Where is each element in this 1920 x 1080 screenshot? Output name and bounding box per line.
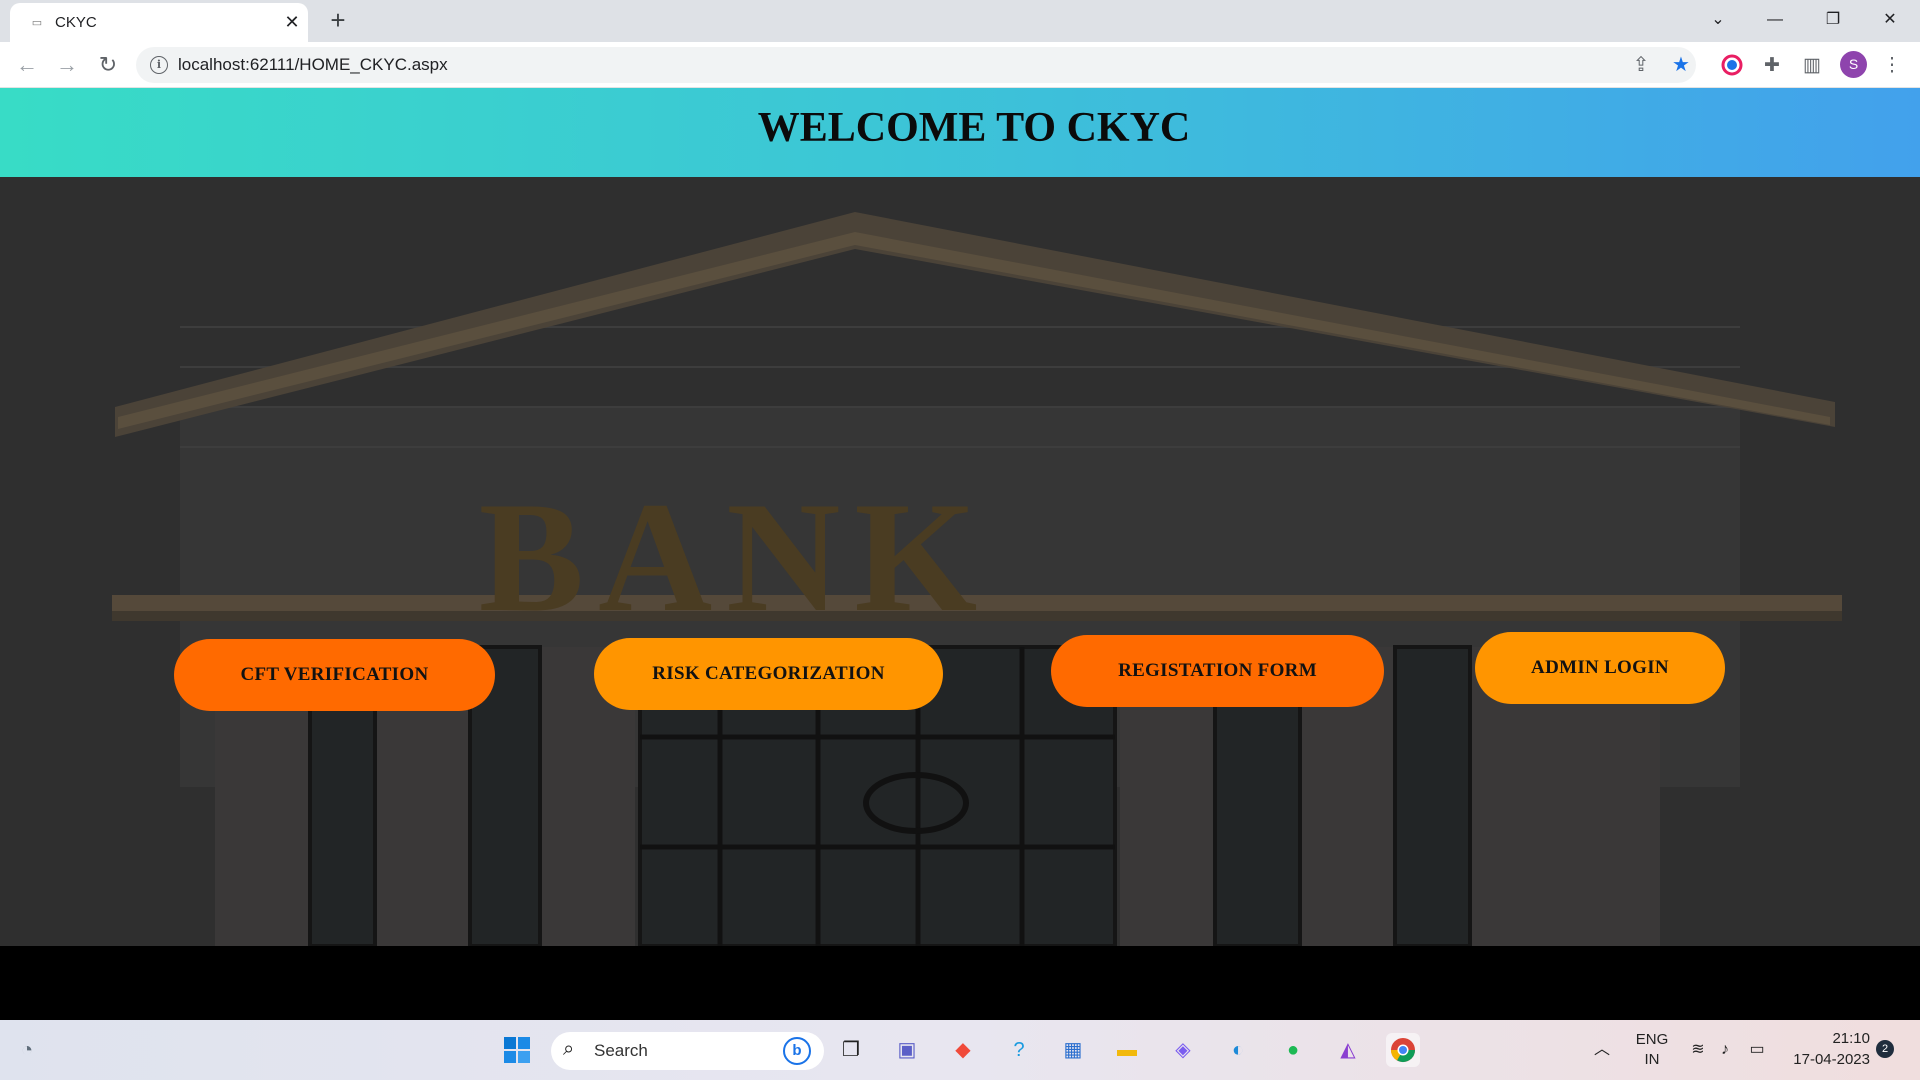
task-view-icon[interactable]: ❐ <box>834 1033 868 1067</box>
admin-login-button[interactable]: ADMIN LOGIN <box>1475 632 1725 704</box>
search-icon: ⌕ <box>563 1038 575 1060</box>
url-text[interactable]: localhost:62111/HOME_CKYC.aspx <box>178 55 448 75</box>
search-placeholder: Search <box>594 1041 648 1060</box>
color-extension-icon[interactable] <box>1720 54 1744 78</box>
clock-date[interactable]: 17-04-2023 <box>1778 1051 1870 1068</box>
extensions-puzzle-icon[interactable]: ✚ <box>1760 54 1784 78</box>
clock-time[interactable]: 21:10 <box>1778 1030 1870 1047</box>
registation-form-button[interactable]: REGISTATION FORM <box>1051 635 1384 707</box>
weather-widget-icon[interactable]: ◔ <box>10 1033 44 1067</box>
close-window-button[interactable]: ✕ <box>1872 5 1908 35</box>
bank-background-image: BANK CFT VERIFICATION RISK CATEGORIZATIO… <box>0 177 1920 946</box>
page-footer-area <box>0 946 1920 1020</box>
browser-menu-icon[interactable]: ⋮ <box>1880 54 1904 78</box>
copilot-icon[interactable]: ◈ <box>1166 1033 1200 1067</box>
page-title: WELCOME TO CKYC <box>757 105 1191 151</box>
back-button[interactable]: ← <box>12 50 42 80</box>
minimize-button[interactable]: — <box>1757 5 1793 35</box>
share-icon[interactable]: ⇪ <box>1629 53 1653 77</box>
side-panel-icon[interactable]: ▥ <box>1800 54 1824 78</box>
restore-button[interactable]: ❐ <box>1815 5 1851 35</box>
edge-browser-icon[interactable]: ◐ <box>1221 1033 1255 1067</box>
microsoft-store-icon[interactable]: ▦ <box>1056 1033 1090 1067</box>
bing-chat-icon[interactable]: b <box>783 1037 811 1065</box>
forward-button[interactable]: → <box>52 50 82 80</box>
spotify-icon[interactable]: ● <box>1276 1033 1310 1067</box>
cft-verification-button[interactable]: CFT VERIFICATION <box>174 639 495 711</box>
reload-button[interactable]: ↻ <box>93 50 123 80</box>
visual-studio-icon[interactable]: ◭ <box>1331 1033 1365 1067</box>
notification-badge[interactable]: 2 <box>1876 1040 1894 1058</box>
file-explorer-icon[interactable]: ▬ <box>1110 1033 1144 1067</box>
windows-taskbar: ◔ ⌕ Search b ❐ ▣ ◆ ? ▦ ▬ ◈ ◐ ● ◭ ︿ ENG I… <box>0 1020 1920 1080</box>
new-tab-button[interactable]: + <box>325 7 351 34</box>
battery-icon[interactable]: ▭ <box>1740 1033 1774 1067</box>
region-indicator[interactable]: IN <box>1632 1051 1672 1068</box>
start-button[interactable] <box>500 1033 534 1067</box>
tab-strip: ▭ CKYC ✕ + ⌄ — ❐ ✕ <box>0 0 1920 42</box>
page-favicon-icon: ▭ <box>31 17 43 29</box>
show-hidden-icons-chevron-icon[interactable]: ︿ <box>1585 1033 1619 1067</box>
help-app-icon[interactable]: ? <box>1002 1033 1036 1067</box>
bank-sign-text: BANK <box>478 470 992 645</box>
site-info-icon[interactable]: i <box>150 56 168 74</box>
taskbar-search-box[interactable]: ⌕ Search b <box>551 1032 824 1070</box>
browser-toolbar: ← → ↻ i localhost:62111/HOME_CKYC.aspx ⇪… <box>0 42 1920 88</box>
bookmark-star-icon[interactable]: ★ <box>1669 53 1693 77</box>
teams-chat-icon[interactable]: ▣ <box>890 1033 924 1067</box>
language-indicator[interactable]: ENG <box>1632 1031 1672 1048</box>
git-client-icon[interactable]: ◆ <box>946 1033 980 1067</box>
browser-tab[interactable]: ▭ CKYC ✕ <box>10 3 308 42</box>
risk-categorization-button[interactable]: RISK CATEGORIZATION <box>594 638 943 710</box>
chrome-icon[interactable] <box>1386 1033 1420 1067</box>
tab-title: CKYC <box>55 14 97 31</box>
profile-avatar[interactable]: S <box>1840 51 1867 78</box>
close-tab-icon[interactable]: ✕ <box>282 12 302 32</box>
volume-icon[interactable]: ♪ <box>1708 1033 1742 1067</box>
page-header: WELCOME TO CKYC <box>0 88 1920 177</box>
address-bar[interactable]: i localhost:62111/HOME_CKYC.aspx ⇪ ★ <box>136 47 1696 83</box>
tab-search-chevron-icon[interactable]: ⌄ <box>1700 5 1736 35</box>
